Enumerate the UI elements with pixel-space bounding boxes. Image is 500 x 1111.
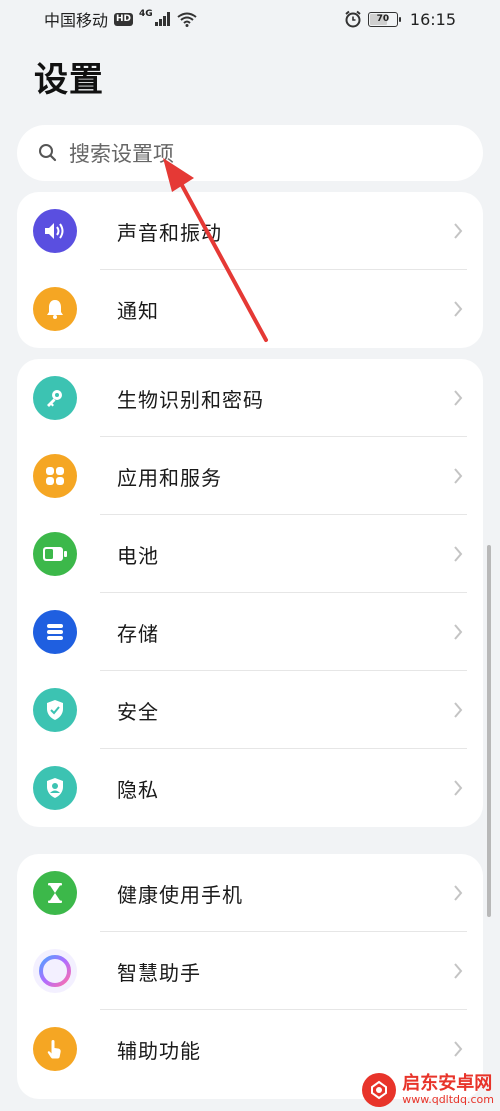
hd-badge: HD — [114, 12, 134, 26]
settings-item-label: 存储 — [117, 621, 159, 646]
settings-group-system: 生物识别和密码 应用和服务 电池 存储 安全 隐私 — [17, 359, 483, 827]
watermark-logo-icon — [362, 1073, 397, 1107]
chevron-right-icon — [454, 301, 463, 317]
chevron-right-icon — [454, 468, 463, 484]
settings-item-smart-assistant[interactable]: 智慧助手 — [17, 932, 483, 1010]
settings-item-label: 通知 — [117, 298, 159, 323]
status-right: 70 16:15 — [344, 10, 456, 29]
settings-item-notifications[interactable]: 通知 — [17, 270, 483, 348]
apps-grid-icon — [33, 454, 77, 498]
settings-item-label: 智慧助手 — [117, 960, 201, 985]
chevron-right-icon — [454, 885, 463, 901]
wifi-icon — [177, 12, 197, 27]
search-placeholder: 搜索设置项 — [69, 142, 174, 166]
settings-item-label: 辅助功能 — [117, 1038, 201, 1063]
signal-icon — [154, 12, 170, 26]
carrier-name: 中国移动 — [44, 11, 109, 30]
privacy-shield-icon — [33, 766, 77, 810]
settings-item-biometrics[interactable]: 生物识别和密码 — [17, 359, 483, 437]
search-icon — [39, 144, 57, 162]
settings-item-label: 隐私 — [117, 777, 159, 802]
hourglass-icon — [33, 871, 77, 915]
battery-indicator: 70 — [367, 11, 401, 27]
bell-icon — [33, 287, 77, 331]
settings-item-label: 安全 — [117, 699, 159, 724]
battery-icon — [33, 532, 77, 576]
key-icon — [33, 376, 77, 420]
settings-item-sound-vibration[interactable]: 声音和振动 — [17, 192, 483, 270]
network-type: 4G — [139, 9, 153, 19]
settings-item-label: 健康使用手机 — [117, 882, 243, 907]
settings-item-label: 声音和振动 — [117, 220, 222, 245]
watermark: 启东安卓网 www.qdltdq.com — [362, 1073, 494, 1107]
watermark-url: www.qdltdq.com — [402, 1092, 494, 1106]
status-bar: 中国移动 HD 4G 70 16:15 — [0, 0, 500, 38]
storage-icon — [33, 610, 77, 654]
chevron-right-icon — [454, 780, 463, 796]
chevron-right-icon — [454, 1041, 463, 1057]
scrollbar[interactable] — [487, 545, 491, 917]
alarm-icon — [345, 10, 361, 28]
chevron-right-icon — [454, 702, 463, 718]
chevron-right-icon — [454, 624, 463, 640]
settings-item-privacy[interactable]: 隐私 — [17, 749, 483, 827]
shield-check-icon — [33, 688, 77, 732]
settings-group-assist: 健康使用手机 智慧助手 辅助功能 — [17, 854, 483, 1099]
settings-item-storage[interactable]: 存储 — [17, 593, 483, 671]
page-title: 设置 — [34, 60, 104, 100]
chevron-right-icon — [454, 223, 463, 239]
volume-icon — [33, 209, 77, 253]
watermark-title: 启东安卓网 — [402, 1073, 493, 1095]
battery-level: 70 — [376, 14, 390, 24]
status-left: 中国移动 HD 4G — [44, 7, 197, 31]
settings-item-apps-services[interactable]: 应用和服务 — [17, 437, 483, 515]
settings-item-security[interactable]: 安全 — [17, 671, 483, 749]
settings-item-label: 生物识别和密码 — [117, 387, 264, 412]
watermark-text: 启东安卓网 www.qdltdq.com — [402, 1074, 494, 1106]
settings-item-battery[interactable]: 电池 — [17, 515, 483, 593]
chevron-right-icon — [454, 390, 463, 406]
chevron-right-icon — [454, 963, 463, 979]
hand-icon — [33, 1027, 77, 1071]
settings-group-sound-notify: 声音和振动 通知 — [17, 192, 483, 348]
clock-time: 16:15 — [409, 9, 456, 29]
settings-item-label: 电池 — [117, 543, 159, 568]
settings-item-digital-balance[interactable]: 健康使用手机 — [17, 854, 483, 932]
assistant-ring-icon — [33, 949, 77, 993]
settings-item-label: 应用和服务 — [117, 465, 222, 490]
search-input[interactable]: 搜索设置项 — [17, 125, 483, 181]
chevron-right-icon — [454, 546, 463, 562]
